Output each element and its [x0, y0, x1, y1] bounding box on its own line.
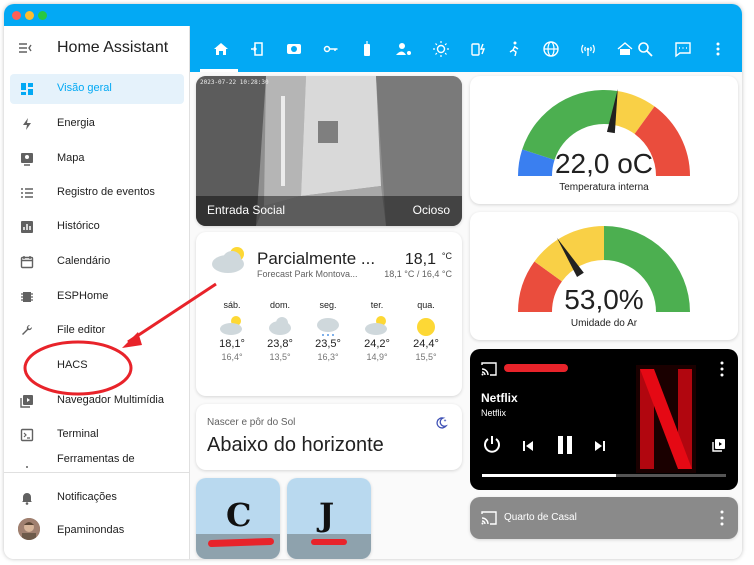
browser-window: Home Assistant Visão geral Energia Mapa …: [4, 4, 742, 559]
annotation-arrow: [127, 282, 217, 344]
annotation-circle: [23, 340, 133, 396]
annotation-overlay: [23, 282, 217, 396]
